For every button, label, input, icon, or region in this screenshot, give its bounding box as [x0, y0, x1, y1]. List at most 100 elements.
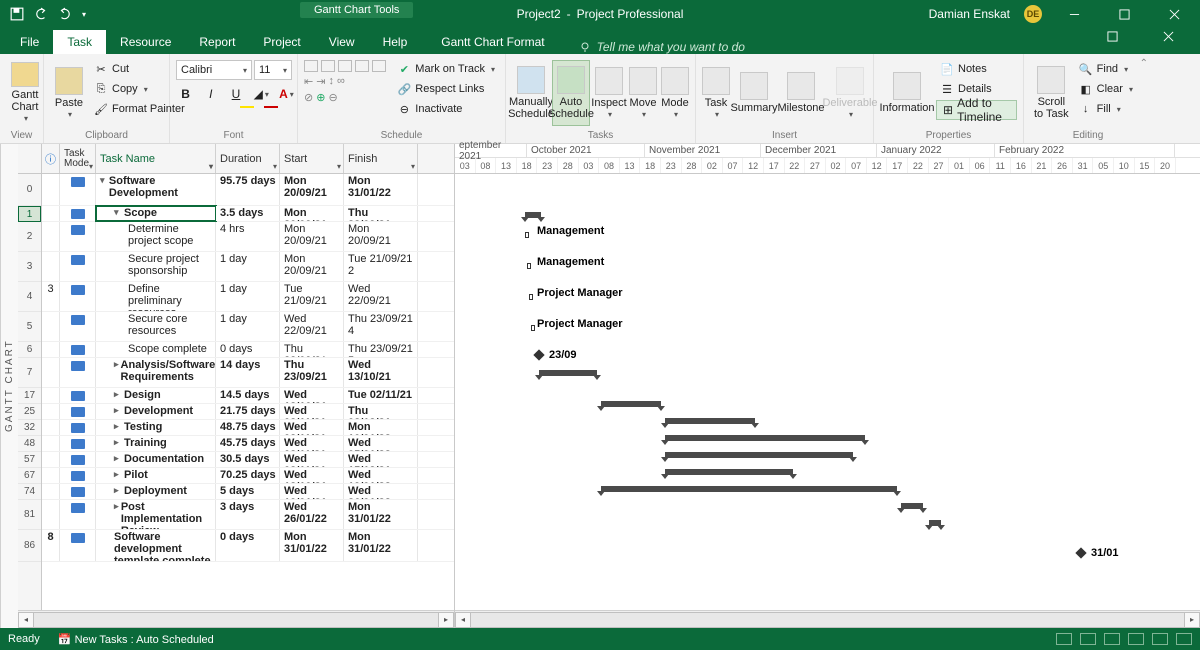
auto-schedule-button[interactable]: Auto Schedule	[552, 60, 590, 126]
qat-customize-icon[interactable]: ▾	[82, 10, 86, 19]
find-button[interactable]: 🔍Find▾	[1075, 60, 1137, 78]
manually-schedule-button[interactable]: Manually Schedule	[512, 60, 550, 126]
expand-icon[interactable]: ▸	[114, 359, 119, 370]
row-number[interactable]: 6	[18, 342, 41, 358]
col-indicators[interactable]: ⓘ	[42, 144, 60, 173]
row-number[interactable]: 17	[18, 388, 41, 404]
view-icon[interactable]	[1152, 633, 1168, 645]
task-row[interactable]: Secure core resources1 dayWed 22/09/21Th…	[42, 312, 454, 342]
insert-task-button[interactable]: Task▾	[702, 60, 730, 126]
row-number[interactable]: 74	[18, 484, 41, 500]
progress-buttons[interactable]	[304, 60, 391, 72]
tab-project[interactable]: Project	[249, 30, 314, 54]
task-row[interactable]: ▾Software Development95.75 daysMon 20/09…	[42, 174, 454, 206]
col-finish[interactable]: Finish▾	[344, 144, 418, 173]
task-row[interactable]: ▸Design14.5 daysWed 13/10/21Tue 02/11/21	[42, 388, 454, 404]
expand-icon[interactable]: ▸	[114, 501, 119, 512]
task-row[interactable]: 8Software development template complete0…	[42, 530, 454, 562]
bold-button[interactable]: B	[176, 84, 195, 104]
sheet-h-scroll[interactable]: ◂▸	[18, 610, 454, 628]
respect-links-button[interactable]: 🔗Respect Links	[393, 80, 499, 98]
scroll-left-icon[interactable]: ◂	[455, 612, 471, 628]
scroll-left-icon[interactable]: ◂	[18, 612, 34, 628]
undo-icon[interactable]	[34, 7, 48, 21]
task-row[interactable]: ▸Documentation30.5 daysWed 03/11/21Wed 1…	[42, 452, 454, 468]
expand-icon[interactable]: ▸	[114, 437, 122, 448]
task-row[interactable]: ▸Deployment5 daysWed 19/01/21Wed 26/01/2…	[42, 484, 454, 500]
redo-icon[interactable]	[58, 7, 72, 21]
gantt-bars-area[interactable]: ManagementManagementProject ManagerProje…	[455, 174, 1200, 610]
fill-button-editing[interactable]: ↓Fill▾	[1075, 100, 1137, 118]
milestone-button[interactable]: Milestone	[778, 60, 824, 126]
row-number[interactable]: 3	[18, 252, 41, 282]
ribbon-options-icon[interactable]	[1094, 22, 1130, 50]
task-row[interactable]: ▸Development21.75 daysWed 03/11/21Thu 02…	[42, 404, 454, 420]
italic-button[interactable]: I	[201, 84, 220, 104]
tab-task[interactable]: Task	[53, 30, 106, 54]
view-icon[interactable]	[1104, 633, 1120, 645]
row-number[interactable]: 67	[18, 468, 41, 484]
row-number[interactable]: 7	[18, 358, 41, 388]
gantt-h-scroll[interactable]: ◂▸	[455, 610, 1200, 628]
row-number[interactable]: 4	[18, 282, 41, 312]
expand-icon[interactable]: ▸	[114, 421, 122, 432]
row-number[interactable]: 48	[18, 436, 41, 452]
row-number[interactable]: 5	[18, 312, 41, 342]
underline-button[interactable]: U	[226, 84, 245, 104]
tab-resource[interactable]: Resource	[106, 30, 185, 54]
expand-icon[interactable]: ▾	[100, 175, 107, 186]
expand-icon[interactable]: ▸	[114, 485, 122, 496]
information-button[interactable]: Information	[880, 60, 934, 126]
view-icon[interactable]	[1056, 633, 1072, 645]
row-number[interactable]: 1	[18, 206, 41, 222]
minimize-button[interactable]	[1056, 0, 1092, 28]
task-row[interactable]: ▸Testing48.75 daysWed 03/11/21Mon 10/01/…	[42, 420, 454, 436]
save-icon[interactable]	[10, 7, 24, 21]
task-row[interactable]: ▸Training45.75 daysWed 03/11/21Wed 05/01…	[42, 436, 454, 452]
paste-button[interactable]: Paste▾	[50, 60, 88, 126]
notes-button[interactable]: 📄Notes	[936, 60, 1017, 78]
move-button[interactable]: Move▾	[628, 60, 658, 126]
row-number[interactable]: 0	[18, 174, 41, 206]
scroll-right-icon[interactable]: ▸	[438, 612, 454, 628]
gantt-chart-button[interactable]: Gantt Chart▾	[6, 60, 44, 126]
task-row[interactable]: ▾Scope3.5 daysMon 20/09/21Thu 23/09/21	[42, 206, 454, 222]
task-rows[interactable]: ▾Software Development95.75 daysMon 20/09…	[42, 174, 454, 610]
row-number[interactable]: 86	[18, 530, 41, 562]
tab-report[interactable]: Report	[185, 30, 249, 54]
task-row[interactable]: Determine project scope4 hrsMon 20/09/21…	[42, 222, 454, 252]
expand-icon[interactable]: ▸	[114, 453, 122, 464]
close-document-button[interactable]	[1150, 22, 1186, 50]
row-number[interactable]: 25	[18, 404, 41, 420]
fill-color-button[interactable]: ◢▾	[252, 84, 271, 104]
mark-on-track-button[interactable]: ✔Mark on Track▾	[393, 60, 499, 78]
mode-button[interactable]: Mode▾	[660, 60, 690, 126]
clear-button[interactable]: ◧Clear▾	[1075, 80, 1137, 98]
expand-icon[interactable]: ▸	[114, 469, 122, 480]
task-row[interactable]: Scope complete0 daysThu 23/09/21Thu 23/0…	[42, 342, 454, 358]
inactivate-button[interactable]: ⊖Inactivate	[393, 100, 499, 118]
summary-button[interactable]: Summary	[732, 60, 776, 126]
font-color-button[interactable]: A▾	[277, 84, 296, 104]
user-avatar[interactable]: DE	[1024, 5, 1042, 23]
scroll-right-icon[interactable]: ▸	[1184, 612, 1200, 628]
col-start[interactable]: Start▾	[280, 144, 344, 173]
row-number[interactable]: 81	[18, 500, 41, 530]
col-duration[interactable]: Duration▾	[216, 144, 280, 173]
indent-buttons[interactable]: ⇤⇥↕∞	[304, 75, 391, 88]
task-row[interactable]: ▸Post Implementation Review3 daysWed 26/…	[42, 500, 454, 530]
view-shortcuts[interactable]	[1056, 633, 1192, 645]
expand-icon[interactable]: ▸	[114, 389, 122, 400]
row-number[interactable]: 32	[18, 420, 41, 436]
col-task-mode[interactable]: Task Mode▾	[60, 144, 96, 173]
tell-me-search[interactable]: Tell me what you want to do	[579, 40, 745, 54]
expand-icon[interactable]: ▾	[114, 207, 122, 218]
tab-view[interactable]: View	[315, 30, 369, 54]
tab-gantt-format[interactable]: Gantt Chart Format	[427, 30, 558, 54]
view-icon[interactable]	[1080, 633, 1096, 645]
task-row[interactable]: ▸Analysis/Software Requirements14 daysTh…	[42, 358, 454, 388]
view-icon[interactable]	[1176, 633, 1192, 645]
col-task-name[interactable]: Task Name▾	[96, 144, 216, 173]
font-size-select[interactable]: 11▾	[254, 60, 292, 80]
font-name-select[interactable]: Calibri▾	[176, 60, 252, 80]
